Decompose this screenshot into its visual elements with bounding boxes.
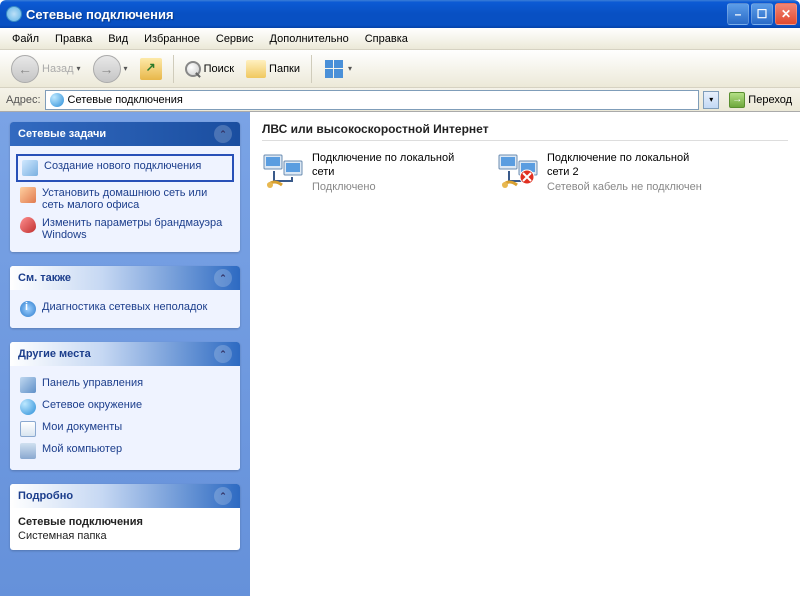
place-network-neighborhood[interactable]: Сетевое окружение <box>18 396 232 418</box>
control-panel-icon <box>20 377 36 393</box>
back-label: Назад <box>42 63 74 75</box>
connection-name: Подключение по локальной сети <box>312 151 477 180</box>
connection-name: Подключение по локальной сети 2 <box>547 151 712 180</box>
menu-file[interactable]: Файл <box>4 30 47 48</box>
panel-details: Подробно ⌃ Сетевые подключения Системная… <box>10 484 240 550</box>
wizard-icon <box>22 160 38 176</box>
folder-icon <box>246 60 266 78</box>
app-icon <box>6 6 22 22</box>
toolbar-separator <box>173 55 174 83</box>
menu-edit[interactable]: Правка <box>47 30 100 48</box>
menu-help[interactable]: Справка <box>357 30 416 48</box>
details-title: Сетевые подключения <box>18 516 232 528</box>
address-dropdown[interactable]: ▾ <box>703 91 719 109</box>
back-button[interactable]: ← Назад ▾ <box>6 52 86 86</box>
address-label: Адрес: <box>6 94 41 106</box>
folders-button[interactable]: Папки <box>241 57 305 81</box>
connection-status: Подключено <box>312 180 477 194</box>
place-control-panel[interactable]: Панель управления <box>18 374 232 396</box>
details-type: Системная папка <box>18 530 232 542</box>
lan-connection-icon <box>497 151 541 191</box>
task-new-connection[interactable]: Создание нового подключения <box>16 154 234 182</box>
collapse-icon: ⌃ <box>214 125 232 143</box>
computer-icon <box>20 443 36 459</box>
menu-bar: Файл Правка Вид Избранное Сервис Дополни… <box>0 28 800 50</box>
collapse-icon: ⌃ <box>214 487 232 505</box>
main-content: ЛВС или высокоскоростной Интернет Подклю… <box>250 112 800 596</box>
up-button[interactable] <box>135 55 167 83</box>
shield-icon <box>20 217 36 233</box>
network-places-icon <box>20 399 36 415</box>
go-icon: → <box>729 92 745 108</box>
sidebar: Сетевые задачи ⌃ Создание нового подключ… <box>0 112 250 596</box>
menu-advanced[interactable]: Дополнительно <box>262 30 357 48</box>
close-button[interactable]: ✕ <box>775 3 797 25</box>
toolbar-separator-2 <box>311 55 312 83</box>
back-icon: ← <box>11 55 39 83</box>
go-button[interactable]: → Переход <box>723 90 798 110</box>
search-button[interactable]: Поиск <box>180 58 239 80</box>
task-firewall-settings[interactable]: Изменить параметры брандмауэра Windows <box>18 214 232 244</box>
views-button[interactable]: ▾ <box>318 55 357 83</box>
task-network-diagnostics[interactable]: Диагностика сетевых неполадок <box>18 298 232 320</box>
address-value: Сетевые подключения <box>68 94 695 106</box>
documents-icon <box>20 421 36 437</box>
minimize-button[interactable]: – <box>727 3 749 25</box>
folders-label: Папки <box>269 63 300 75</box>
place-my-documents[interactable]: Мои документы <box>18 418 232 440</box>
section-header: ЛВС или высокоскоростной Интернет <box>262 122 788 141</box>
panel-other-places: Другие места ⌃ Панель управления Сетевое… <box>10 342 240 470</box>
connection-item-0[interactable]: Подключение по локальной сетиПодключено <box>262 151 477 194</box>
toolbar: ← Назад ▾ → ▾ Поиск Папки ▾ <box>0 50 800 88</box>
panel-see-also: См. также ⌃ Диагностика сетевых неполадо… <box>10 266 240 328</box>
place-my-computer[interactable]: Мой компьютер <box>18 440 232 462</box>
panel-header-network-tasks[interactable]: Сетевые задачи ⌃ <box>10 122 240 146</box>
address-bar: Адрес: Сетевые подключения ▾ → Переход <box>0 88 800 112</box>
panel-header-see-also[interactable]: См. также ⌃ <box>10 266 240 290</box>
maximize-button[interactable]: ☐ <box>751 3 773 25</box>
views-dropdown-icon: ▾ <box>348 64 352 73</box>
forward-dropdown-icon: ▾ <box>124 64 128 73</box>
up-folder-icon <box>140 58 162 80</box>
address-icon <box>50 93 64 107</box>
forward-icon: → <box>93 55 121 83</box>
connection-item-1[interactable]: Подключение по локальной сети 2Сетевой к… <box>497 151 712 194</box>
views-icon <box>323 58 345 80</box>
task-setup-home-network[interactable]: Установить домашнюю сеть или сеть малого… <box>18 184 232 214</box>
menu-favorites[interactable]: Избранное <box>136 30 208 48</box>
panel-network-tasks: Сетевые задачи ⌃ Создание нового подключ… <box>10 122 240 252</box>
connection-status: Сетевой кабель не подключен <box>547 180 712 194</box>
window-title: Сетевые подключения <box>26 7 727 22</box>
address-input[interactable]: Сетевые подключения <box>45 90 700 110</box>
search-label: Поиск <box>204 63 234 75</box>
network-setup-icon <box>20 187 36 203</box>
collapse-icon: ⌃ <box>214 269 232 287</box>
lan-connection-icon <box>262 151 306 191</box>
title-bar: Сетевые подключения – ☐ ✕ <box>0 0 800 28</box>
menu-view[interactable]: Вид <box>100 30 136 48</box>
search-icon <box>185 61 201 77</box>
panel-header-other-places[interactable]: Другие места ⌃ <box>10 342 240 366</box>
forward-button[interactable]: → ▾ <box>88 52 133 86</box>
menu-tools[interactable]: Сервис <box>208 30 262 48</box>
panel-header-details[interactable]: Подробно ⌃ <box>10 484 240 508</box>
back-dropdown-icon: ▾ <box>77 64 81 73</box>
go-label: Переход <box>748 94 792 106</box>
info-icon <box>20 301 36 317</box>
collapse-icon: ⌃ <box>214 345 232 363</box>
